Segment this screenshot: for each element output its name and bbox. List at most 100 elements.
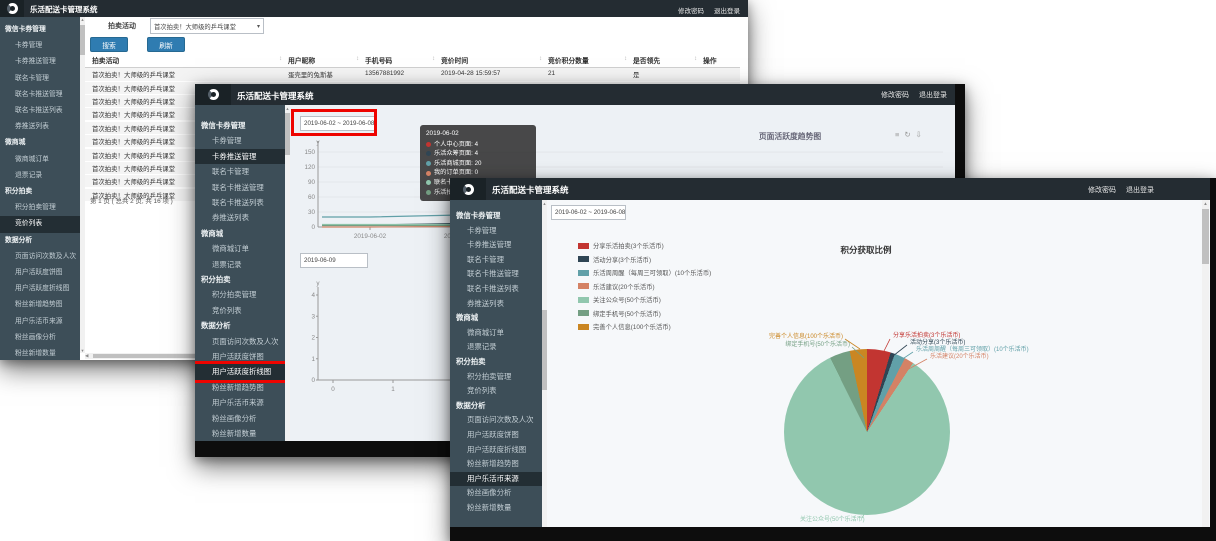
sidebar-item[interactable]: 用户活跃度饼图 [450, 428, 542, 443]
sidebar-item[interactable]: 用户乐活币来源 [0, 314, 80, 330]
sidebar-item[interactable]: 卡券管理 [0, 38, 80, 54]
date-single-input[interactable]: 2019-06-09 [300, 253, 368, 268]
change-password-link[interactable]: 修改密码 [678, 5, 704, 15]
right-scrollbar[interactable]: ▲ [1202, 200, 1209, 527]
legend-item[interactable]: 分享乐活拍卖(3个乐活币) [578, 241, 711, 250]
logout-link[interactable]: 退出登录 [1126, 185, 1154, 195]
legend-item[interactable]: 完善个人信息(100个乐活币) [578, 322, 711, 331]
sidebar-item[interactable]: 卡券推送管理 [450, 238, 542, 253]
column-header[interactable]: 竞价积分数量 [548, 55, 589, 65]
sort-icon[interactable]: ↕ [279, 56, 282, 62]
content-scrollbar[interactable]: ▲ [285, 105, 290, 441]
sort-icon[interactable]: ↕ [539, 56, 542, 62]
column-header[interactable]: 用户昵称 [288, 55, 315, 65]
sidebar-item[interactable]: 微商城订单 [450, 326, 542, 341]
scroll-up-icon[interactable]: ▲ [80, 17, 85, 22]
pagination[interactable]: 第 1 页 ( 总共 2 页, 共 16 项 ) [90, 196, 173, 205]
scroll-left-icon[interactable]: ◀ [85, 353, 88, 359]
app-logo[interactable] [195, 84, 231, 105]
sidebar-item[interactable]: 页面访问次数及人次 [0, 249, 80, 265]
sidebar-item[interactable]: 券推送列表 [0, 119, 80, 135]
sort-icon[interactable]: ↕ [624, 56, 627, 62]
sidebar-item[interactable]: 竞价列表 [0, 216, 80, 232]
sidebar-item[interactable]: 用户活跃度饼图 [195, 349, 285, 364]
search-button[interactable]: 搜索 [90, 37, 128, 52]
sidebar-item[interactable]: 联名卡管理 [450, 253, 542, 268]
column-header[interactable]: 拍卖活动 [92, 55, 119, 65]
sidebar-item[interactable]: 积分拍卖管理 [0, 200, 80, 216]
scroll-up-icon[interactable]: ▲ [285, 106, 290, 111]
sidebar-item[interactable]: 粉丝新增趋势图 [0, 297, 80, 313]
sort-icon[interactable]: ↕ [356, 56, 359, 62]
legend-item[interactable]: 乐活周周醒（每周三可领取）(10个乐活币) [578, 268, 711, 277]
sidebar-item[interactable]: 券推送列表 [450, 297, 542, 312]
sidebar-item[interactable]: 用户活跃度折线图 [195, 364, 285, 379]
sidebar-item[interactable]: 联名卡推送列表 [195, 195, 285, 210]
legend-item[interactable]: 关注公众号(50个乐活币) [578, 295, 711, 304]
sidebar-item[interactable]: 卡券管理 [450, 224, 542, 239]
sidebar-item[interactable]: 粉丝新增数量 [450, 501, 542, 516]
change-password-link[interactable]: 修改密码 [881, 90, 909, 100]
sidebar-item[interactable]: 粉丝新增数量 [0, 346, 80, 360]
sort-icon[interactable]: ↕ [432, 56, 435, 62]
sidebar-item[interactable]: 积分拍卖管理 [450, 370, 542, 385]
app-logo[interactable] [450, 178, 486, 200]
sidebar-item[interactable]: 粉丝画像分析 [450, 486, 542, 501]
legend-chip-icon [578, 256, 589, 262]
sidebar-item[interactable]: 粉丝画像分析 [0, 330, 80, 346]
refresh-button[interactable]: 刷新 [147, 37, 185, 52]
legend-item[interactable]: 乐活建议(20个乐活币) [578, 282, 711, 291]
sidebar-item[interactable]: 联名卡推送列表 [0, 103, 80, 119]
column-header[interactable]: 竞价时间 [441, 55, 468, 65]
scroll-up-icon[interactable]: ▲ [542, 201, 547, 206]
sidebar-item[interactable]: 卡券推送管理 [195, 149, 285, 164]
scroll-up-icon[interactable]: ▲ [1202, 201, 1209, 206]
sidebar-item[interactable]: 粉丝新增趋势图 [195, 380, 285, 395]
sidebar-item[interactable]: 联名卡推送管理 [195, 180, 285, 195]
table-row[interactable]: 首次拍卖！大师级的乒乓课堂蛋壳里的兔斯基135678819922019-04-2… [85, 68, 740, 82]
sidebar-item[interactable]: 粉丝新增数量 [195, 426, 285, 441]
sidebar-item[interactable]: 积分拍卖管理 [195, 287, 285, 302]
app-logo[interactable] [0, 0, 24, 17]
sidebar-item[interactable]: 页面访问次数及人次 [195, 334, 285, 349]
sidebar-item[interactable]: 券推送列表 [195, 210, 285, 225]
sidebar-item[interactable]: 页面访问次数及人次 [450, 413, 542, 428]
column-header[interactable]: 操作 [703, 55, 717, 65]
column-header[interactable]: 是否领先 [633, 55, 660, 65]
sidebar-item[interactable]: 退票记录 [0, 168, 80, 184]
sidebar-item[interactable]: 退票记录 [450, 340, 542, 355]
sidebar-item[interactable]: 用户乐活币来源 [450, 472, 542, 487]
logout-link[interactable]: 退出登录 [919, 90, 947, 100]
sidebar-item[interactable]: 粉丝新增趋势图 [450, 457, 542, 472]
content-scrollbar[interactable]: ▲ [542, 200, 547, 527]
sidebar-item[interactable]: 联名卡管理 [195, 164, 285, 179]
sidebar-item[interactable]: 微商城订单 [0, 152, 80, 168]
sidebar-item[interactable]: 联名卡推送管理 [0, 87, 80, 103]
logout-link[interactable]: 退出登录 [714, 5, 740, 15]
change-password-link[interactable]: 修改密码 [1088, 185, 1116, 195]
legend-item[interactable]: 活动分享(3个乐活币) [578, 255, 711, 264]
sidebar-item[interactable]: 用户活跃度折线图 [450, 443, 542, 458]
sidebar-item[interactable]: 联名卡推送列表 [450, 282, 542, 297]
sidebar-item[interactable]: 用户乐活币来源 [195, 395, 285, 410]
sort-icon[interactable]: ↕ [694, 56, 697, 62]
pie-chart[interactable] [784, 349, 950, 515]
sidebar-item[interactable]: 微商城订单 [195, 241, 285, 256]
date-range-input[interactable]: 2019-06-02 ~ 2019-06-08 [551, 205, 626, 220]
sidebar-item[interactable]: 用户活跃度饼图 [0, 265, 80, 281]
sidebar-item[interactable]: 联名卡推送管理 [450, 267, 542, 282]
sidebar-item[interactable]: 退票记录 [195, 257, 285, 272]
sidebar-item[interactable]: 粉丝画像分析 [195, 411, 285, 426]
sidebar-item[interactable]: 联名卡管理 [0, 71, 80, 87]
column-header[interactable]: 手机号码 [365, 55, 392, 65]
auction-select[interactable]: 首次拍卖！大师级的乒乓课堂 ▾ [150, 18, 264, 34]
sidebar-section-label: 积分拍卖 [450, 355, 542, 370]
auction-select-value: 首次拍卖！大师级的乒乓课堂 [154, 22, 236, 31]
pie-legend[interactable]: 分享乐活拍卖(3个乐活币) 活动分享(3个乐活币) 乐活周周醒（每周三可领取）(10… [578, 241, 711, 336]
sidebar-item[interactable]: 卡券推送管理 [0, 54, 80, 70]
sidebar-item[interactable]: 竞价列表 [195, 303, 285, 318]
sidebar-item[interactable]: 竞价列表 [450, 384, 542, 399]
sidebar-item[interactable]: 卡券管理 [195, 133, 285, 148]
legend-item[interactable]: 绑定手机号(50个乐活币) [578, 309, 711, 318]
sidebar-item[interactable]: 用户活跃度折线图 [0, 281, 80, 297]
